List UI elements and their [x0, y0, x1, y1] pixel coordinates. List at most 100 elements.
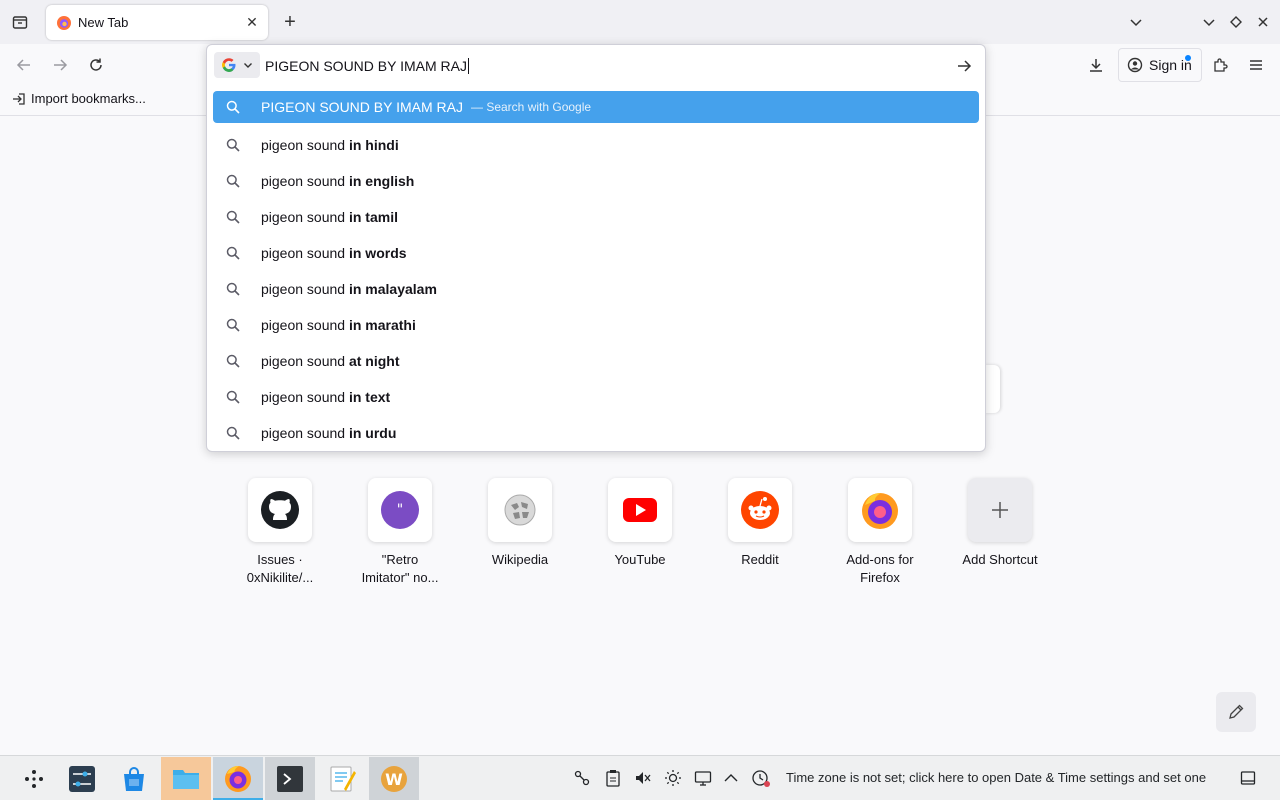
firefox-addons-icon [862, 493, 898, 529]
taskbar-firefox[interactable] [213, 757, 263, 800]
shortcut-label: Reddit [741, 552, 779, 567]
shortcut-github[interactable]: Issues · 0xNikilite/... [225, 478, 335, 587]
suggestion-item[interactable]: pigeon sound in words [213, 235, 979, 271]
volume-muted-tray-icon[interactable] [633, 768, 653, 788]
window-maximize-button[interactable] [1224, 8, 1248, 36]
shortcut-youtube[interactable]: YouTube [585, 478, 695, 569]
suggestion-item[interactable]: pigeon sound at night [213, 343, 979, 379]
clock-warning-tray-icon[interactable] [751, 768, 771, 788]
svg-text:": " [397, 502, 403, 518]
show-desktop-button[interactable] [1238, 768, 1258, 788]
minimize-icon [1203, 19, 1215, 27]
chevron-down-icon [1130, 19, 1142, 27]
shortcut-wikipedia[interactable]: Wikipedia [465, 478, 575, 569]
sign-in-button[interactable]: Sign in [1118, 48, 1202, 82]
forward-button[interactable] [45, 50, 75, 80]
tab-title: New Tab [78, 15, 129, 30]
suggestion-text: PIGEON SOUND BY IMAM RAJ [261, 99, 463, 115]
url-input[interactable]: PIGEON SOUND BY IMAM RAJ [265, 55, 925, 77]
tab-new-tab[interactable]: New Tab ✕ [46, 5, 268, 40]
network-tray-icon[interactable] [572, 768, 592, 788]
suggestion-prefix: pigeon sound [261, 317, 349, 333]
search-icon [225, 173, 241, 189]
downloads-button[interactable] [1081, 50, 1111, 80]
taskbar-discover[interactable] [109, 757, 159, 800]
go-button[interactable] [951, 53, 977, 79]
suggestion-completion: in marathi [348, 317, 416, 333]
puzzle-icon [1214, 58, 1228, 72]
taskbar-system-settings[interactable] [57, 757, 107, 800]
arrow-left-icon [16, 59, 30, 71]
newtab-search-box[interactable] [984, 365, 1000, 413]
shortcut-addons-firefox[interactable]: Add-ons for Firefox [825, 478, 935, 587]
taskbar-word-app[interactable]: W [369, 757, 419, 800]
suggestion-item[interactable]: pigeon sound in malayalam [213, 271, 979, 307]
close-icon [1258, 17, 1268, 27]
arrow-right-icon [958, 60, 972, 72]
search-engine-selector[interactable] [214, 52, 260, 78]
suggestion-prefix: pigeon sound [261, 353, 349, 369]
shortcut-tile [488, 478, 552, 542]
firefox-favicon-icon [57, 15, 71, 30]
suggestion-completion: in malayalam [348, 281, 437, 297]
account-icon [1127, 57, 1143, 73]
new-tab-button[interactable]: + [278, 8, 302, 36]
suggestion-item[interactable]: pigeon sound in urdu [213, 415, 979, 451]
shortcut-label: YouTube [614, 552, 666, 567]
brightness-tray-icon[interactable] [663, 768, 683, 788]
suggestion-search-with-google[interactable]: PIGEON SOUND BY IMAM RAJ — Search with G… [213, 91, 979, 123]
maximize-icon [1230, 16, 1242, 28]
shortcut-label: Wikipedia [491, 552, 549, 567]
folder-icon [173, 770, 199, 789]
window-minimize-button[interactable] [1197, 8, 1221, 36]
arrow-right-icon [54, 59, 68, 71]
suggestion-completion: in hindi [348, 137, 399, 153]
taskbar: W Time zone is not set; click here to op… [0, 755, 1280, 800]
suggestion-item[interactable]: pigeon sound in tamil [213, 199, 979, 235]
shortcut-reddit[interactable]: Reddit [705, 478, 815, 569]
timezone-notice[interactable]: Time zone is not set; click here to open… [786, 770, 1206, 785]
import-bookmarks-button[interactable]: Import bookmarks... [12, 91, 146, 106]
taskbar-text-editor[interactable] [317, 757, 367, 800]
text-caret [468, 58, 469, 74]
shortcut-retro-imitator[interactable]: " "Retro Imitator" no... [345, 478, 455, 587]
app-menu-button[interactable] [1241, 50, 1271, 80]
back-button[interactable] [9, 50, 39, 80]
notification-dot [1185, 55, 1191, 61]
suggestion-completion: in tamil [348, 209, 398, 225]
reload-button[interactable] [81, 50, 111, 80]
suggestion-item[interactable]: pigeon sound in english [213, 163, 979, 199]
shortcut-tile [608, 478, 672, 542]
import-icon [13, 92, 25, 105]
google-icon [222, 58, 236, 72]
search-icon [225, 99, 241, 115]
clipboard-tray-icon[interactable] [603, 768, 623, 788]
shortcut-tile: " [368, 478, 432, 542]
settings-app-icon [69, 766, 95, 792]
suggestion-item[interactable]: pigeon sound in marathi [213, 307, 979, 343]
app-launcher-button[interactable] [9, 757, 59, 800]
suggestion-prefix: pigeon sound [261, 209, 349, 225]
taskbar-file-manager[interactable] [161, 757, 211, 800]
suggestion-item[interactable]: pigeon sound in text [213, 379, 979, 415]
firefox-view-icon [12, 16, 28, 29]
suggestion-completion: in words [348, 245, 407, 261]
show-hidden-icons-button[interactable] [721, 768, 741, 788]
customize-button[interactable] [1216, 692, 1256, 732]
suggestion-completion: at night [348, 353, 400, 369]
extensions-button[interactable] [1205, 50, 1235, 80]
youtube-icon [623, 498, 657, 522]
list-all-tabs-button[interactable] [1124, 8, 1148, 36]
firefox-view-button[interactable] [6, 8, 34, 36]
close-tab-icon[interactable]: ✕ [240, 11, 264, 35]
window-close-button[interactable] [1251, 8, 1275, 36]
store-bag-icon [124, 767, 144, 791]
search-icon [225, 137, 241, 153]
display-tray-icon[interactable] [693, 768, 713, 788]
suggestion-item[interactable]: pigeon sound in hindi [213, 127, 979, 163]
chevron-down-icon [244, 63, 252, 68]
taskbar-terminal[interactable] [265, 757, 315, 800]
add-shortcut-button[interactable]: Add Shortcut [945, 478, 1055, 569]
github-icon [261, 491, 299, 529]
terminal-icon [277, 766, 303, 792]
